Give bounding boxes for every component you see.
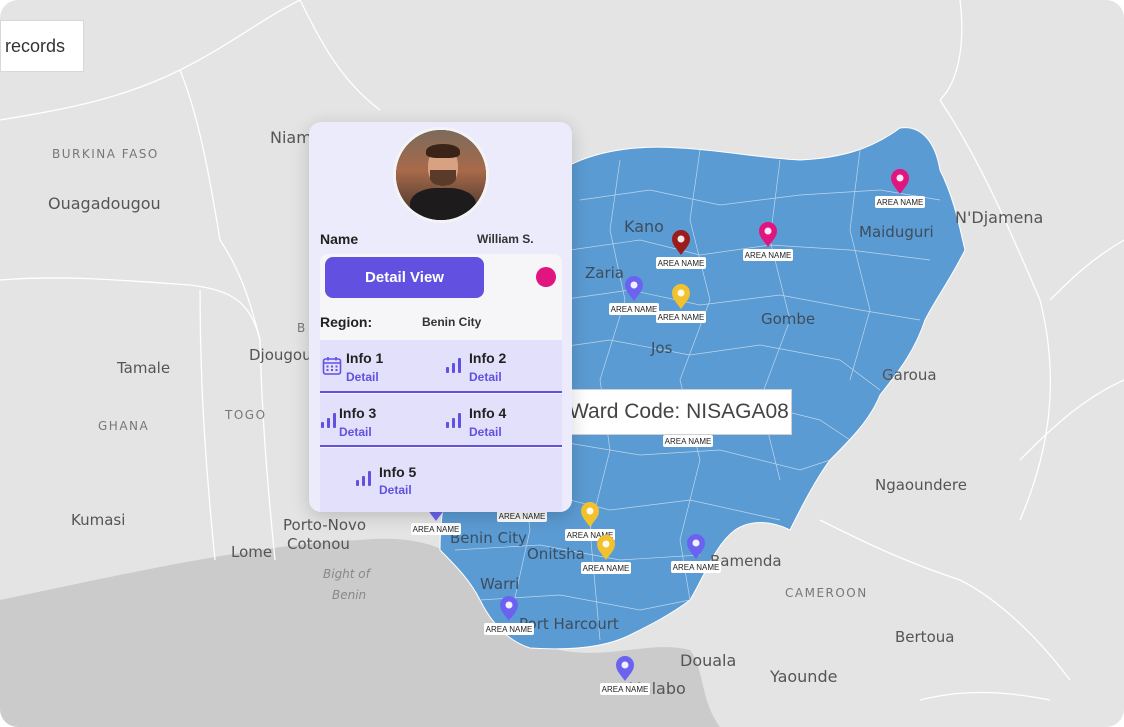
label-djougou: Djougou	[249, 346, 312, 364]
marker-label: AREA NAME	[877, 198, 924, 207]
label-kumasi: Kumasi	[71, 511, 125, 529]
name-value: William S.	[477, 232, 534, 246]
name-label: Name	[320, 231, 359, 247]
label-ndjamena: N'Djamena	[955, 208, 1043, 227]
calendar-icon	[322, 357, 342, 375]
marker-label: AREA NAME	[602, 685, 649, 694]
label-ouagadougou: Ouagadougou	[48, 194, 161, 213]
label-douala: Douala	[680, 651, 736, 670]
info-row-3: Info 5 Detail	[320, 448, 562, 512]
label-jos: Jos	[650, 339, 673, 357]
info-2-detail[interactable]: Detail	[469, 370, 502, 384]
map-view[interactable]: BURKINA FASO Ouagadougou Niam Tamale Djo…	[0, 0, 1124, 727]
label-bight-1: Bight of	[323, 567, 372, 581]
info-row-2: Info 3 Detail Info 4 Detail	[320, 394, 562, 447]
label-yaounde: Yaounde	[769, 667, 837, 686]
map-pin-center	[505, 601, 513, 609]
label-tamale: Tamale	[116, 359, 170, 377]
label-porto-novo: Porto-Novo	[283, 516, 366, 534]
info-5-detail[interactable]: Detail	[379, 483, 412, 497]
label-maiduguri: Maiduguri	[859, 223, 934, 241]
label-cotonou: Cotonou	[287, 535, 350, 553]
marker-label: AREA NAME	[658, 259, 705, 268]
info-4-title: Info 4	[469, 405, 507, 421]
detail-view-button[interactable]: Detail View	[325, 257, 484, 298]
label-cameroon: CAMEROON	[785, 586, 868, 600]
info-4-detail[interactable]: Detail	[469, 425, 502, 439]
map-pin-center	[677, 235, 685, 243]
bar-chart-icon	[321, 413, 336, 428]
label-zaria: Zaria	[585, 264, 624, 282]
label-benin-city: Benin City	[450, 529, 527, 547]
ward-code-tooltip: Ward Code: NISAGA08	[566, 389, 792, 435]
info-3-title: Info 3	[339, 405, 377, 421]
map-pin-center	[630, 281, 638, 289]
ward-code-label: Ward Code: NISAGA08	[569, 400, 789, 423]
info-1-detail[interactable]: Detail	[346, 370, 379, 384]
bar-chart-icon	[446, 413, 461, 428]
marker-label: AREA NAME	[611, 305, 658, 314]
marker-label: AREA NAME	[745, 251, 792, 260]
map-pin-center	[692, 539, 700, 547]
region-value: Benin City	[422, 315, 482, 329]
label-gombe: Gombe	[761, 310, 815, 328]
info-5-title: Info 5	[379, 464, 417, 480]
marker-label: AREA NAME	[673, 563, 720, 572]
profile-card: Name William S. Detail View Region: Beni…	[309, 122, 572, 512]
label-bight-2: Benin	[332, 588, 366, 602]
records-label: records	[5, 35, 66, 56]
marker-label: AREA NAME	[583, 564, 630, 573]
map-pin-center	[602, 540, 610, 548]
label-kano: Kano	[624, 217, 664, 236]
label-onitsha: Onitsha	[527, 545, 585, 563]
info-row-1: Info 1 Detail Info 2 Detail	[320, 340, 562, 393]
marker-label: AREA NAME	[658, 313, 705, 322]
label-ghana: GHANA	[98, 419, 149, 433]
label-togo: TOGO	[224, 408, 267, 422]
map-pin-center	[896, 174, 904, 182]
avatar-beard	[430, 170, 456, 186]
info-1-title: Info 1	[346, 350, 384, 366]
status-dot	[536, 267, 556, 287]
info-3-detail[interactable]: Detail	[339, 425, 372, 439]
map-pin-center	[586, 507, 594, 515]
marker-label: AREA NAME	[665, 437, 712, 446]
label-lome: Lome	[231, 543, 272, 561]
map-pin-center	[764, 227, 772, 235]
label-region-b: B	[297, 321, 307, 335]
info-2-title: Info 2	[469, 350, 507, 366]
label-bertoua: Bertoua	[895, 628, 954, 646]
avatar-hair	[426, 144, 460, 158]
label-burkina: BURKINA FASO	[52, 147, 159, 161]
avatar-body	[410, 188, 476, 220]
label-ngaoundere: Ngaoundere	[875, 476, 967, 494]
region-label: Region:	[320, 314, 373, 330]
marker-label: AREA NAME	[486, 625, 533, 634]
map-pin-center	[621, 661, 629, 669]
label-warri: Warri	[480, 575, 519, 593]
marker-label: AREA NAME	[499, 512, 546, 521]
bar-chart-icon	[446, 358, 461, 373]
map-pin-center	[677, 289, 685, 297]
records-box[interactable]: records	[0, 20, 84, 72]
bar-chart-icon	[356, 471, 371, 486]
marker-label: AREA NAME	[413, 525, 460, 534]
label-garoua: Garoua	[882, 366, 937, 384]
avatar	[393, 127, 489, 223]
label-niamey: Niam	[270, 128, 312, 147]
